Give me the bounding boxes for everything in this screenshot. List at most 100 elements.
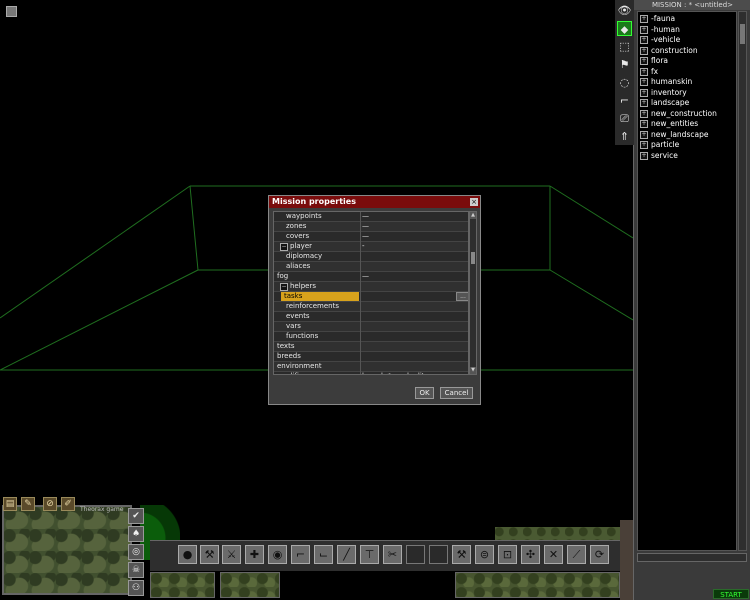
shovel-icon[interactable]: ⚒ [200,545,219,564]
property-row[interactable]: − player - [274,242,468,252]
medkit-icon[interactable]: ✚ [245,545,264,564]
pistol-icon[interactable]: ⌙ [314,545,333,564]
rifle-icon[interactable]: ╱ [337,545,356,564]
property-value[interactable]: launch *.mod editor [362,372,432,374]
compass-icon[interactable]: ⊘ [43,497,57,511]
expand-icon[interactable]: + [640,67,648,76]
expand-icon[interactable]: + [640,25,648,34]
cross-tools-icon[interactable]: ✕ [544,545,563,564]
property-row[interactable]: modifiers launch *.mod editor [274,372,468,374]
tree-scroll-thumb[interactable] [740,24,745,44]
pencil-icon[interactable]: ✎ [21,497,35,511]
scroll-up-icon[interactable]: ▲ [470,212,476,219]
expand-icon[interactable]: + [640,88,648,97]
property-row[interactable]: texts [274,342,468,352]
property-row[interactable]: tasks... [274,292,468,302]
tree-icon[interactable]: ♠ [128,526,144,542]
property-grid[interactable]: waypoints — zones — covers — − player - diplomacy… [273,211,469,375]
property-row[interactable]: vars [274,322,468,332]
tree-item[interactable]: + construction [640,46,698,56]
look-icon[interactable]: ◉ [268,545,287,564]
tree-item[interactable]: + -human [640,25,680,35]
tank-icon[interactable]: ⊡ [498,545,517,564]
tree-item[interactable]: + fx [640,67,658,77]
map-icon[interactable]: ▤ [3,497,17,511]
expand-icon[interactable]: + [640,57,648,65]
property-scroll-thumb[interactable] [471,252,475,264]
tree-item[interactable]: + humanskin [640,77,692,87]
wrench-icon[interactable]: ✐ [61,497,75,511]
repair-icon[interactable]: ✣ [521,545,540,564]
start-button[interactable]: START [713,589,749,599]
expand-icon[interactable]: + [640,15,648,23]
flag-icon[interactable]: ⚑ [617,57,632,72]
radar-icon[interactable]: ◎ [128,544,144,560]
refresh-icon[interactable]: ⟳ [590,545,609,564]
ok-button[interactable]: OK [415,387,434,399]
property-row[interactable]: reinforcements [274,302,468,312]
tree-item[interactable]: + flora [640,56,668,66]
expand-icon[interactable]: + [640,99,648,107]
tree-item[interactable]: + new_landscape [640,130,708,140]
property-row[interactable]: aliaces [274,262,468,272]
property-scrollbar[interactable]: ▲ ▼ [469,211,477,375]
tree-item[interactable]: + -vehicle [640,35,680,45]
property-value[interactable]: — [362,212,369,221]
empty-slot-icon[interactable] [406,545,425,564]
tree-item[interactable]: + inventory [640,88,687,98]
arrow-up-icon[interactable]: ⇑ [617,129,632,144]
mine-icon[interactable]: ⊜ [475,545,494,564]
entity-tree[interactable]: + -fauna + -human + -vehicle + construction + flo… [637,11,737,551]
minimap[interactable] [2,505,132,595]
expand-icon[interactable]: + [640,141,648,149]
browse-button[interactable]: ... [456,292,468,301]
grenade-icon[interactable]: ● [178,545,197,564]
expand-icon[interactable]: + [640,78,648,86]
close-icon[interactable]: × [470,198,478,206]
camera-icon[interactable]: ⎚ [617,111,632,126]
expand-icon[interactable]: + [640,109,648,118]
tree-scrollbar[interactable] [738,11,747,551]
property-row[interactable]: environment [274,362,468,372]
property-value[interactable]: — [362,222,369,231]
tree-item[interactable]: + new_entities [640,119,698,129]
property-row[interactable]: fog — [274,272,468,282]
collapse-icon[interactable]: − [280,283,288,291]
property-row[interactable]: breeds [274,352,468,362]
knife-icon[interactable]: ⚔ [222,545,241,564]
panel-input-field[interactable] [637,553,747,562]
skull-icon[interactable]: ☠ [128,562,144,578]
property-row[interactable]: events [274,312,468,322]
empty-slot-icon[interactable] [429,545,448,564]
check-icon[interactable]: ✔ [128,508,144,524]
viewport-corner-button[interactable] [6,6,17,17]
step-icon[interactable]: ⌐ [617,93,632,108]
expand-icon[interactable]: + [640,36,648,44]
tree-item[interactable]: + landscape [640,98,689,108]
blade-icon[interactable]: ⟋ [567,545,586,564]
property-row[interactable]: waypoints — [274,212,468,222]
expand-icon[interactable]: + [640,46,648,55]
gun-icon[interactable]: ⌐ [291,545,310,564]
property-row[interactable]: zones — [274,222,468,232]
entity-icon[interactable]: ⬥ [617,21,632,36]
property-row[interactable]: functions [274,332,468,342]
eye-icon[interactable]: 👁 [617,3,632,18]
tree-item[interactable]: + new_construction [640,109,717,119]
tree-item[interactable]: + -fauna [640,14,675,24]
circle-icon[interactable]: ◌ [617,75,632,90]
expand-icon[interactable]: + [640,120,648,128]
property-row[interactable]: diplomacy [274,252,468,262]
property-value[interactable]: - [362,242,365,251]
tree-item[interactable]: + particle [640,140,679,150]
scroll-down-icon[interactable]: ▼ [470,367,476,374]
property-row[interactable]: covers — [274,232,468,242]
people-icon[interactable]: ⚇ [128,580,144,596]
property-value[interactable]: — [362,232,369,241]
expand-icon[interactable]: + [640,151,648,160]
tree-item[interactable]: + service [640,151,678,161]
cancel-button[interactable]: Cancel [440,387,473,399]
property-value[interactable]: — [362,272,369,281]
scissors-icon[interactable]: ✂ [383,545,402,564]
property-row[interactable]: − helpers [274,282,468,292]
